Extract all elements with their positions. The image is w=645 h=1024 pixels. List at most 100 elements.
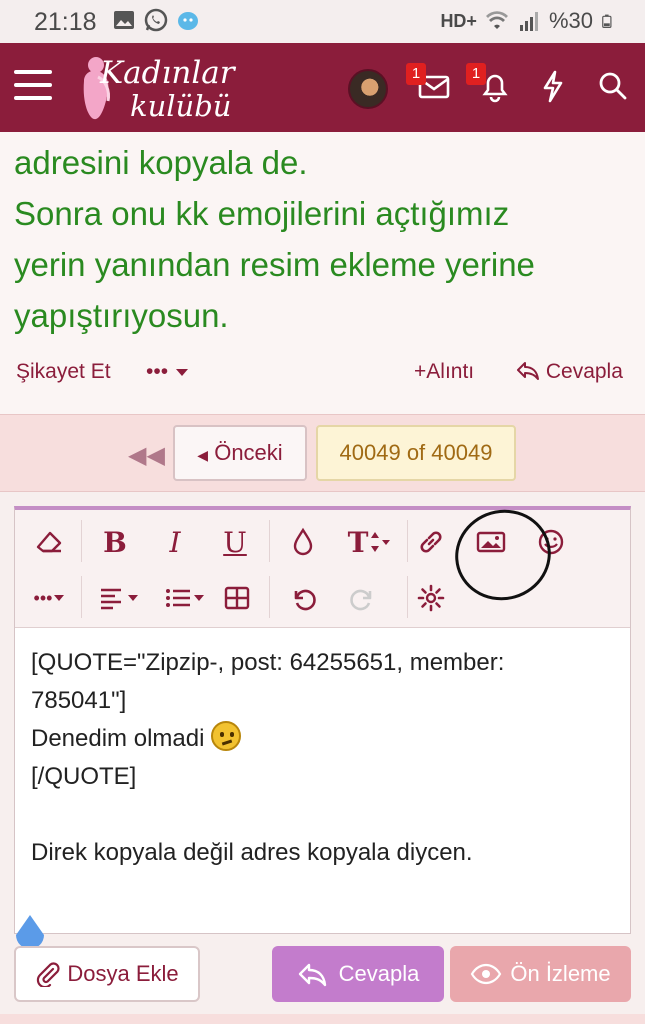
search-button[interactable] bbox=[594, 67, 632, 105]
avatar[interactable] bbox=[348, 69, 388, 109]
reply-link[interactable]: Cevapla bbox=[516, 360, 623, 384]
bold-button[interactable]: B bbox=[93, 520, 137, 564]
editor-line: Direk kopyala değil adres kopyala diycen… bbox=[31, 839, 473, 866]
editor-line: 785041"] bbox=[31, 687, 127, 714]
text-size-button[interactable]: T bbox=[339, 520, 399, 564]
signal-icon bbox=[519, 12, 538, 31]
text-color-button[interactable] bbox=[281, 520, 325, 564]
report-link[interactable]: Şikayet Et bbox=[16, 360, 111, 384]
reply-arrow-icon bbox=[517, 362, 539, 380]
editor-line: Denedim olmadi bbox=[31, 725, 205, 752]
insert-image-button[interactable] bbox=[469, 520, 513, 564]
status-time: 21:18 bbox=[34, 8, 97, 36]
alerts-button[interactable]: 1 bbox=[466, 63, 514, 105]
clear-format-button[interactable] bbox=[27, 520, 71, 564]
align-icon bbox=[101, 588, 121, 610]
more-options-button[interactable]: ••• bbox=[25, 576, 75, 620]
quote-button[interactable]: +Alıntı bbox=[414, 360, 474, 384]
previous-page-button[interactable]: ◀ Önceki bbox=[173, 425, 307, 481]
reply-arrow-icon bbox=[298, 963, 326, 987]
wifi-icon bbox=[485, 11, 508, 29]
more-dots: ••• bbox=[146, 360, 169, 383]
underline-icon: U bbox=[223, 525, 247, 559]
reply-label: Cevapla bbox=[545, 360, 623, 383]
editor-settings-button[interactable] bbox=[409, 576, 453, 620]
redo-icon bbox=[350, 589, 372, 611]
site-header: Kadınlar kulübü 1 1 bbox=[0, 43, 645, 132]
previous-label: Önceki bbox=[214, 440, 283, 465]
status-bar: 21:18 HD+ %30 bbox=[0, 0, 645, 43]
redo-button[interactable] bbox=[341, 576, 385, 620]
logo-text-line1: Kadınlar bbox=[100, 55, 235, 91]
bold-icon: B bbox=[103, 525, 127, 559]
messages-button[interactable]: 1 bbox=[406, 63, 454, 105]
settings-icon bbox=[417, 584, 445, 612]
caret-down-icon bbox=[54, 595, 65, 601]
attach-label: Dosya Ekle bbox=[67, 961, 179, 986]
confused-emoji-icon bbox=[211, 721, 242, 751]
caret-down-icon bbox=[194, 595, 204, 601]
preview-button[interactable]: Ön İzleme bbox=[450, 946, 631, 1002]
editor-toolbar: B I U T ••• bbox=[15, 498, 630, 628]
reply-submit-button[interactable]: Cevapla bbox=[272, 946, 444, 1002]
insert-smiley-button[interactable] bbox=[529, 520, 573, 564]
attach-file-button[interactable]: Dosya Ekle bbox=[14, 946, 200, 1002]
network-type: HD+ bbox=[440, 10, 477, 31]
underline-button[interactable]: U bbox=[213, 520, 257, 564]
insert-table-button[interactable] bbox=[215, 576, 259, 620]
eraser-icon bbox=[36, 531, 62, 553]
page-jump-button[interactable]: 40049 of 40049 bbox=[316, 425, 516, 481]
more-icon: ••• bbox=[33, 587, 53, 608]
reply-submit-label: Cevapla bbox=[338, 961, 420, 986]
battery-icon bbox=[602, 14, 612, 28]
reply-editor: B I U T ••• [QUOTE="Zipzip-, post: 64255… bbox=[14, 498, 631, 934]
undo-button[interactable] bbox=[281, 576, 325, 620]
editor-line: [/QUOTE] bbox=[31, 763, 137, 790]
quote-label: Alıntı bbox=[426, 360, 475, 383]
battery-percent: %30 bbox=[548, 8, 593, 33]
caret-down-icon bbox=[128, 595, 138, 601]
link-button[interactable] bbox=[409, 520, 453, 564]
message-line: yerin yanından resim ekleme yerine bbox=[14, 246, 535, 283]
lightning-icon bbox=[543, 70, 563, 103]
list-button[interactable] bbox=[157, 576, 213, 620]
caret-left-icon: ◀ bbox=[197, 447, 209, 463]
messages-badge: 1 bbox=[406, 63, 426, 85]
eye-icon bbox=[471, 963, 502, 985]
message-line: adresini kopyala de. bbox=[14, 144, 308, 181]
message-line: yapıştırıyosun. bbox=[14, 297, 229, 334]
gallery-notification-icon bbox=[114, 11, 134, 29]
size-arrows-icon bbox=[371, 532, 391, 552]
align-button[interactable] bbox=[91, 576, 147, 620]
caret-down-icon bbox=[175, 369, 188, 376]
preview-label: Ön İzleme bbox=[510, 961, 611, 986]
first-page-icon[interactable]: ◀◀ bbox=[128, 441, 165, 470]
post-actions: Şikayet Et ••• +Alıntı Cevapla bbox=[0, 360, 645, 394]
paperclip-icon bbox=[37, 962, 60, 987]
menu-icon[interactable] bbox=[14, 70, 52, 102]
logo-text-line2: kulübü bbox=[130, 89, 232, 123]
whats-new-button[interactable] bbox=[534, 67, 572, 105]
whatsapp-icon bbox=[144, 8, 168, 32]
table-icon bbox=[224, 586, 250, 610]
message-line: Sonra onu kk emojilerini açtığımız bbox=[14, 195, 510, 232]
smiley-icon bbox=[538, 529, 564, 555]
undo-icon bbox=[294, 589, 316, 611]
search-icon bbox=[599, 72, 627, 100]
editor-content[interactable]: [QUOTE="Zipzip-, post: 64255651, member:… bbox=[15, 630, 630, 930]
text-size-icon: T bbox=[347, 525, 369, 559]
pagination: ◀◀ ◀ Önceki 40049 of 40049 bbox=[0, 414, 645, 492]
alerts-badge: 1 bbox=[466, 63, 486, 85]
plus-icon: + bbox=[414, 360, 427, 383]
link-icon bbox=[420, 531, 442, 553]
more-actions-menu[interactable]: ••• bbox=[146, 360, 190, 384]
color-drop-icon bbox=[293, 527, 313, 556]
image-icon bbox=[476, 531, 506, 553]
italic-button[interactable]: I bbox=[153, 520, 197, 564]
site-logo[interactable]: Kadınlar kulübü bbox=[74, 51, 254, 125]
app-notification-icon bbox=[178, 12, 198, 30]
italic-icon: I bbox=[169, 525, 181, 559]
list-icon bbox=[166, 589, 190, 607]
editor-line: [QUOTE="Zipzip-, post: 64255651, member: bbox=[31, 649, 505, 676]
